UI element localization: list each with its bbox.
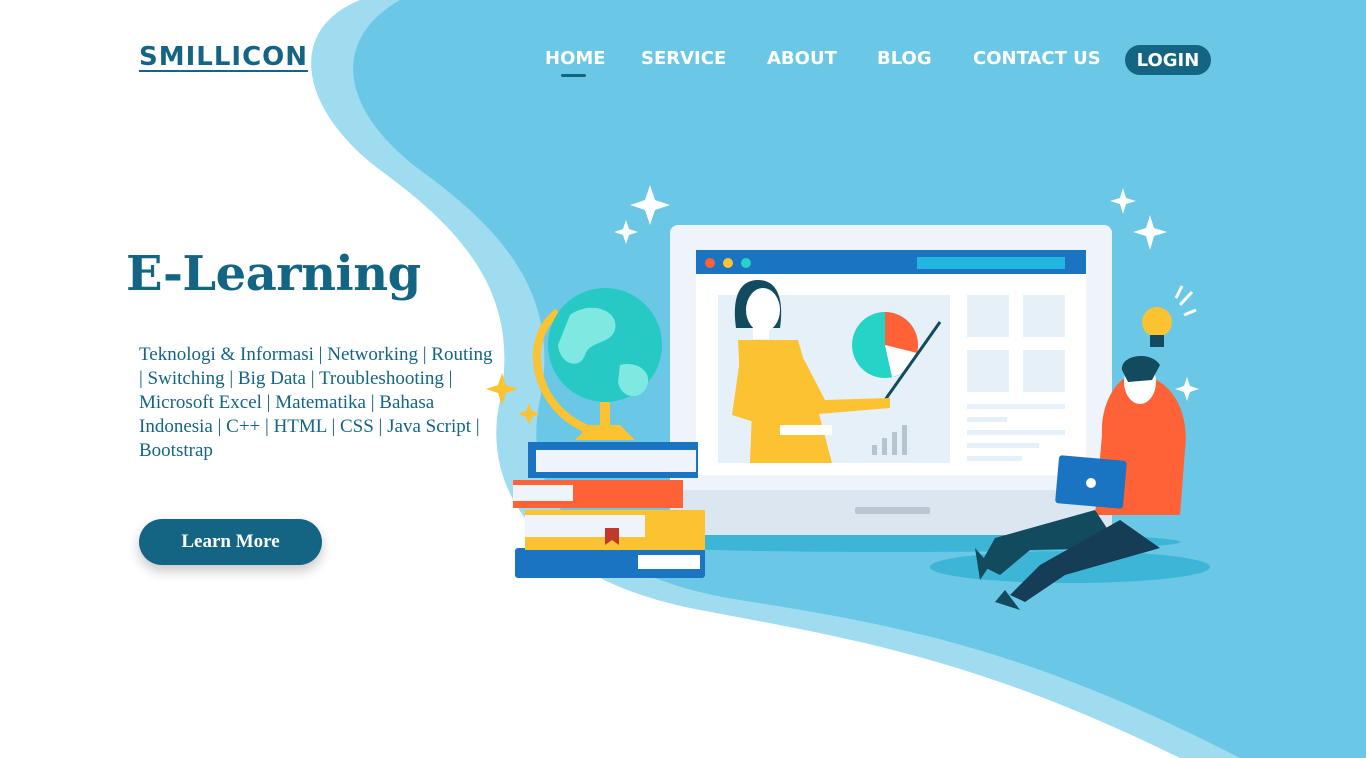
main-nav: HOME SERVICE ABOUT BLOG CONTACT US LOGIN <box>0 44 1366 77</box>
learn-more-button[interactable]: Learn More <box>139 519 322 565</box>
nav-service[interactable]: SERVICE <box>641 48 726 69</box>
elearning-illustration <box>486 185 1210 610</box>
nav-contact-us[interactable]: CONTACT US <box>973 48 1101 69</box>
hero-title: E-Learning <box>126 246 421 302</box>
nav-about[interactable]: ABOUT <box>767 48 837 69</box>
login-button[interactable]: LOGIN <box>1125 45 1211 75</box>
lightbulb-icon <box>1142 285 1197 347</box>
books-icon <box>513 442 705 578</box>
globe-icon <box>532 288 662 440</box>
hero-topics: Teknologi & Informasi | Networking | Rou… <box>139 344 493 461</box>
laptop-screen-icon <box>670 225 1112 535</box>
nav-home[interactable]: HOME <box>545 48 606 77</box>
nav-blog[interactable]: BLOG <box>877 48 932 69</box>
